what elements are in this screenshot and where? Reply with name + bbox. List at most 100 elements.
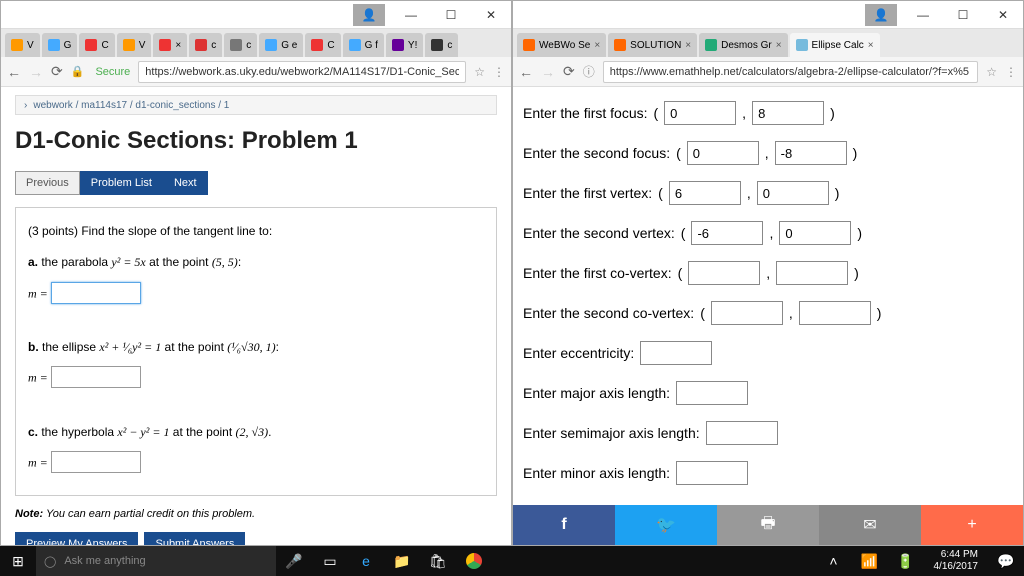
facebook-button[interactable]: f <box>513 505 615 545</box>
menu-icon[interactable]: ⋮ <box>493 65 505 79</box>
covertex1-y-input[interactable] <box>776 261 848 285</box>
covertex2-y-input[interactable] <box>799 301 871 325</box>
notifications-icon[interactable]: 💬 <box>988 546 1024 576</box>
url-input[interactable] <box>138 61 466 83</box>
explorer-icon[interactable]: 📁 <box>384 546 420 576</box>
reload-icon[interactable]: ⟳ <box>563 63 575 80</box>
chrome-icon[interactable] <box>456 546 492 576</box>
vertex2-x-input[interactable] <box>691 221 763 245</box>
star-icon[interactable]: ☆ <box>474 65 485 79</box>
battery-icon[interactable]: 🔋 <box>888 546 924 576</box>
major-input[interactable] <box>676 381 748 405</box>
maximize-button[interactable]: ☐ <box>943 1 983 29</box>
back-icon[interactable]: ← <box>519 64 533 80</box>
forward-icon[interactable]: → <box>29 64 43 80</box>
problem-intro: (3 points) Find the slope of the tangent… <box>28 220 484 243</box>
browser-tab[interactable]: Desmos Gr × <box>699 33 787 57</box>
preview-button[interactable]: Preview My Answers <box>15 532 138 545</box>
browser-tab[interactable]: SOLUTION× <box>608 33 697 57</box>
browser-tab[interactable]: C <box>305 33 340 57</box>
browser-tab[interactable]: C <box>79 33 114 57</box>
tab-label: V <box>27 40 34 51</box>
maximize-button[interactable]: ☐ <box>431 1 471 29</box>
vertex1-x-input[interactable] <box>669 181 741 205</box>
tab-close-icon[interactable]: × <box>594 40 600 51</box>
browser-tab[interactable]: V <box>117 33 152 57</box>
tab-close-icon[interactable]: × <box>776 40 782 51</box>
favicon <box>523 39 535 51</box>
url-input[interactable] <box>603 61 978 83</box>
focus2-x-input[interactable] <box>687 141 759 165</box>
next-button[interactable]: Next <box>163 171 208 195</box>
tab-label: Ellipse Calc <box>812 40 864 51</box>
tab-close-icon[interactable]: × <box>685 40 691 51</box>
info-icon[interactable]: ⓘ <box>583 63 595 80</box>
wifi-icon[interactable]: 📶 <box>852 546 888 576</box>
twitter-button[interactable]: 🐦 <box>615 505 717 545</box>
breadcrumb[interactable]: ›webwork / ma114s17 / d1-conic_sections … <box>15 95 497 115</box>
share-bar: f 🐦 🖶 ✉ + <box>513 505 1023 545</box>
browser-tab[interactable]: c <box>189 33 222 57</box>
star-icon[interactable]: ☆ <box>986 65 997 79</box>
vertex1-y-input[interactable] <box>757 181 829 205</box>
forward-icon[interactable]: → <box>541 64 555 80</box>
menu-icon[interactable]: ⋮ <box>1005 65 1017 79</box>
tab-label: Desmos Gr <box>721 40 772 51</box>
semimajor-input[interactable] <box>706 421 778 445</box>
task-view-icon[interactable]: ▭ <box>312 546 348 576</box>
browser-tab[interactable]: V <box>5 33 40 57</box>
focus1-x-input[interactable] <box>664 101 736 125</box>
ecc-input[interactable] <box>640 341 712 365</box>
clock[interactable]: 6:44 PM4/16/2017 <box>924 549 989 573</box>
browser-tab[interactable]: × <box>153 33 187 57</box>
browser-tab[interactable]: Y! <box>386 33 423 57</box>
mic-icon[interactable]: 🎤 <box>276 546 312 576</box>
right-browser-window: 👤 — ☐ ✕ WeBWo Se×SOLUTION×Desmos Gr×Elli… <box>512 0 1024 546</box>
submit-button[interactable]: Submit Answers <box>144 532 245 545</box>
answer-c-input[interactable] <box>51 451 141 473</box>
edge-icon[interactable]: e <box>348 546 384 576</box>
plus-button[interactable]: + <box>921 505 1023 545</box>
right-titlebar: 👤 — ☐ ✕ <box>513 1 1023 29</box>
browser-tab[interactable]: G f <box>343 33 384 57</box>
browser-tab[interactable]: G e <box>259 33 303 57</box>
store-icon[interactable]: 🛍 <box>420 546 456 576</box>
print-button[interactable]: 🖶 <box>717 505 819 545</box>
minimize-button[interactable]: — <box>903 1 943 29</box>
minimize-button[interactable]: — <box>391 1 431 29</box>
lock-icon: 🔒 <box>71 65 85 78</box>
tab-label: c <box>211 40 216 51</box>
profile-icon[interactable]: 👤 <box>353 4 385 26</box>
reload-icon[interactable]: ⟳ <box>51 63 63 80</box>
minor-input[interactable] <box>676 461 748 485</box>
tab-label: G f <box>365 40 378 51</box>
favicon <box>311 39 323 51</box>
email-button[interactable]: ✉ <box>819 505 921 545</box>
back-icon[interactable]: ← <box>7 64 21 80</box>
vertex2-y-input[interactable] <box>779 221 851 245</box>
tab-close-icon[interactable]: × <box>868 40 874 51</box>
close-button[interactable]: ✕ <box>983 1 1023 29</box>
tray-up-icon[interactable]: ˄ <box>816 546 852 576</box>
start-button[interactable]: ⊞ <box>0 553 36 570</box>
part-a: a. the parabola y² = 5x at the point (5,… <box>28 251 484 274</box>
problem-list-button[interactable]: Problem List <box>80 171 163 195</box>
close-button[interactable]: ✕ <box>471 1 511 29</box>
answer-b-input[interactable] <box>51 366 141 388</box>
cortana-search[interactable]: ◯Ask me anything <box>36 546 276 576</box>
browser-tab[interactable]: WeBWo Se× <box>517 33 606 57</box>
covertex1-x-input[interactable] <box>688 261 760 285</box>
favicon <box>48 39 60 51</box>
profile-icon[interactable]: 👤 <box>865 4 897 26</box>
browser-tab[interactable]: c <box>224 33 257 57</box>
browser-tab[interactable]: G <box>42 33 78 57</box>
browser-tab[interactable]: c <box>425 33 458 57</box>
browser-tab[interactable]: Ellipse Calc × <box>790 33 880 57</box>
covertex2-x-input[interactable] <box>711 301 783 325</box>
focus2-y-input[interactable] <box>775 141 847 165</box>
note: Note: You can earn partial credit on thi… <box>15 508 497 520</box>
previous-button[interactable]: Previous <box>15 171 80 195</box>
answer-a-input[interactable] <box>51 282 141 304</box>
major-label: Enter major axis length: <box>523 385 670 401</box>
focus1-y-input[interactable] <box>752 101 824 125</box>
